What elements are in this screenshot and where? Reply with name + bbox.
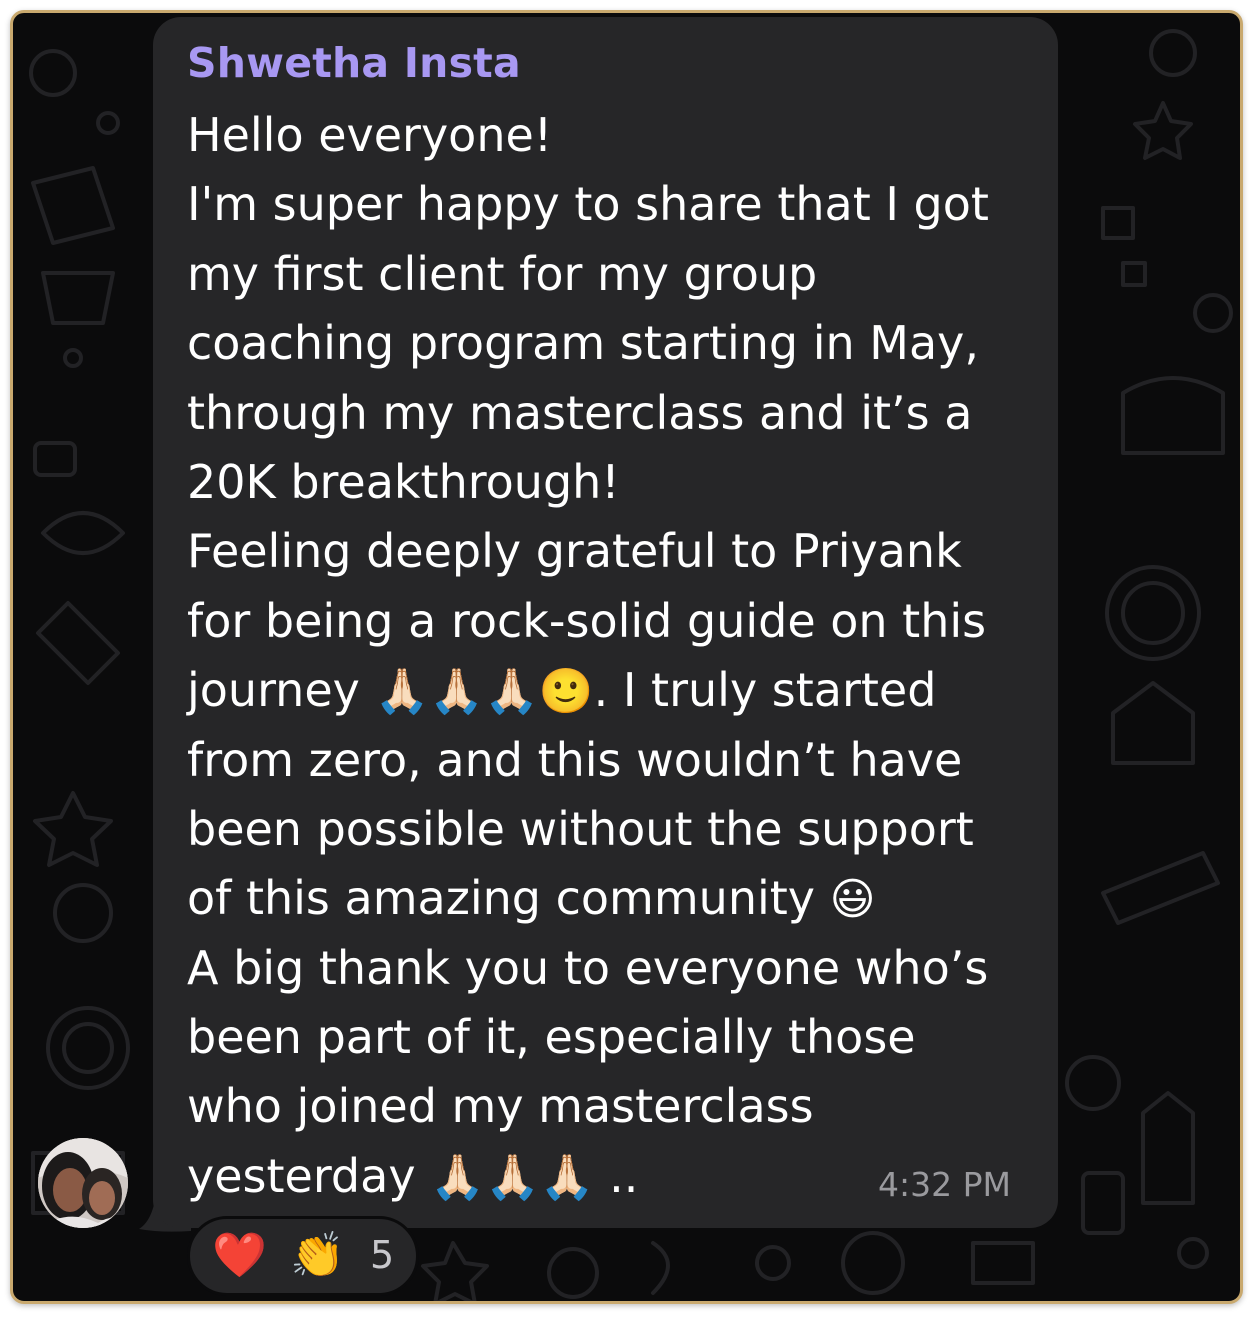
message-segment: yesterday: [187, 1148, 416, 1203]
message-line: for being a rock-solid guide on this: [187, 593, 987, 648]
message-line: been part of it, especially those: [187, 1010, 916, 1065]
reaction-count: 5: [370, 1233, 395, 1277]
prayer-emoji: 🙏🏻🙏🏻🙏🏻: [430, 1151, 595, 1203]
message-line: coaching program starting in May,: [187, 316, 979, 371]
message-line: who joined my masterclass: [187, 1079, 814, 1134]
sender-avatar[interactable]: [38, 1138, 128, 1228]
clap-reaction-icon[interactable]: 👏: [290, 1229, 345, 1281]
message-line: 20K breakthrough!: [187, 454, 620, 509]
grinning-emoji: 😃: [829, 874, 876, 926]
message-line: been possible without the support: [187, 801, 974, 856]
message-line: of this amazing community 😃: [187, 864, 1057, 933]
message-line: Hello everyone!: [187, 108, 553, 162]
message-text: Hello everyone! I'm super happy to share…: [187, 101, 1057, 1211]
message-line: A big thank you to everyone who’s: [187, 940, 989, 995]
message-line: I'm super happy to share that I got: [187, 177, 989, 232]
message-timestamp: 4:32 PM: [878, 1165, 1011, 1204]
message-line: my first client for my group: [187, 246, 818, 301]
message-segment: . I truly started: [593, 663, 937, 718]
message-segment: of this amazing community: [187, 871, 816, 926]
message-line: Feeling deeply grateful to Priyank: [187, 524, 962, 579]
chat-screenshot-frame: Shwetha Insta Hello everyone! I'm super …: [10, 10, 1243, 1304]
reactions-pill[interactable]: ❤️ 👏 5: [187, 1216, 419, 1296]
avatar-photo-icon: [38, 1138, 128, 1228]
message-line: from zero, and this wouldn’t have: [187, 732, 963, 787]
prayer-smile-emoji: 🙏🏻🙏🏻🙏🏻🙂: [374, 666, 594, 718]
heart-reaction-icon[interactable]: ❤️: [212, 1229, 267, 1281]
message-line: journey 🙏🏻🙏🏻🙏🏻🙂. I truly started: [187, 656, 1057, 725]
message-segment: ..: [609, 1148, 639, 1203]
sender-name[interactable]: Shwetha Insta: [187, 39, 521, 87]
message-line: through my masterclass and it’s a: [187, 385, 973, 440]
message-segment: journey: [187, 663, 360, 718]
